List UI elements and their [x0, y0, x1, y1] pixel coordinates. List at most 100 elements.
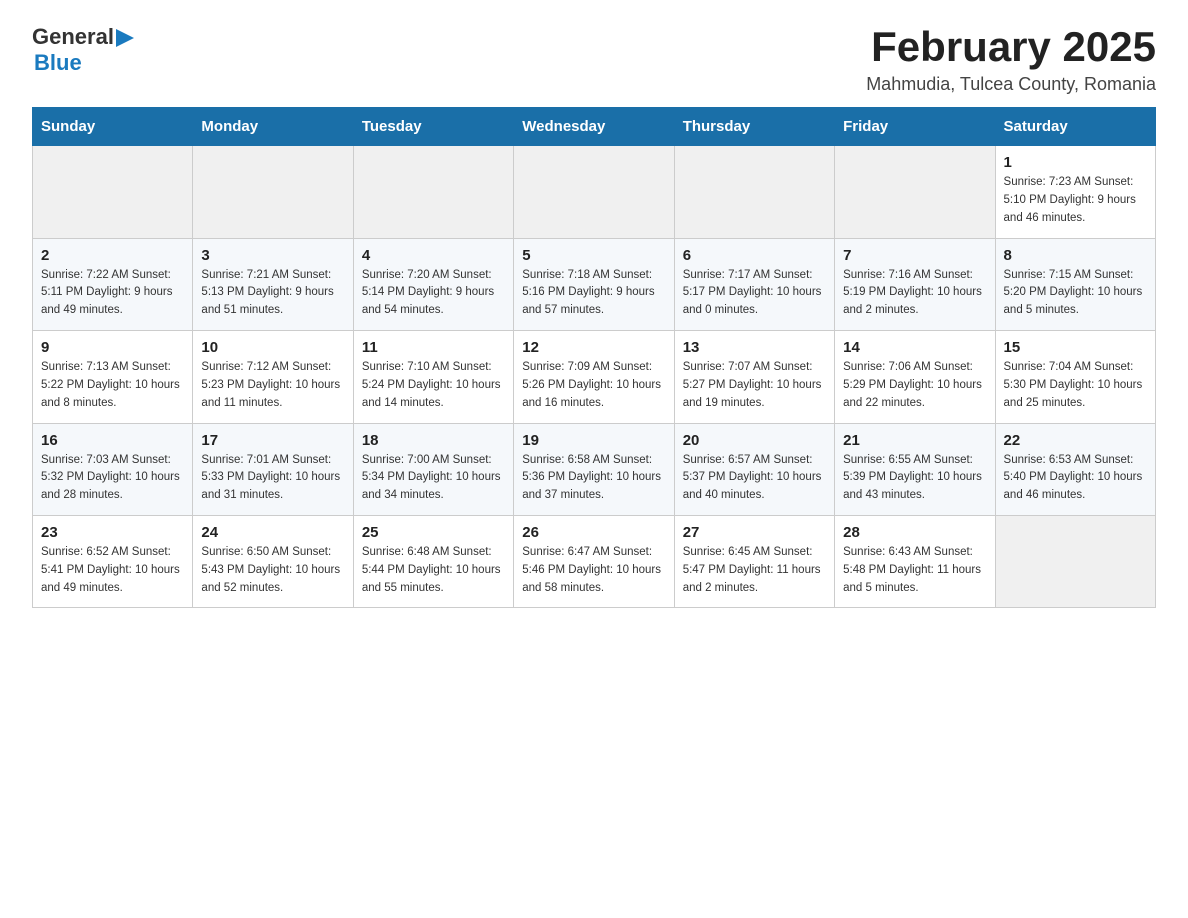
day-info: Sunrise: 7:10 AM Sunset: 5:24 PM Dayligh… — [362, 359, 505, 412]
day-number: 13 — [683, 339, 826, 356]
day-info: Sunrise: 6:58 AM Sunset: 5:36 PM Dayligh… — [522, 452, 665, 505]
day-number: 25 — [362, 524, 505, 541]
day-info: Sunrise: 6:53 AM Sunset: 5:40 PM Dayligh… — [1004, 452, 1147, 505]
calendar-day-cell: 26 Sunrise: 6:47 AM Sunset: 5:46 PM Dayli… — [514, 515, 674, 607]
day-number: 24 — [201, 524, 344, 541]
day-number: 21 — [843, 432, 986, 449]
weekday-header-thursday: Thursday — [674, 108, 834, 146]
calendar-day-cell: 13 Sunrise: 7:07 AM Sunset: 5:27 PM Dayli… — [674, 331, 834, 423]
calendar-day-cell — [514, 146, 674, 238]
calendar-day-cell — [674, 146, 834, 238]
day-info: Sunrise: 6:45 AM Sunset: 5:47 PM Dayligh… — [683, 544, 826, 597]
weekday-header-friday: Friday — [835, 108, 995, 146]
day-number: 10 — [201, 339, 344, 356]
day-number: 4 — [362, 247, 505, 264]
calendar-day-cell: 3 Sunrise: 7:21 AM Sunset: 5:13 PM Daylig… — [193, 238, 353, 330]
calendar-day-cell: 19 Sunrise: 6:58 AM Sunset: 5:36 PM Dayli… — [514, 423, 674, 515]
day-info: Sunrise: 6:55 AM Sunset: 5:39 PM Dayligh… — [843, 452, 986, 505]
day-info: Sunrise: 7:23 AM Sunset: 5:10 PM Dayligh… — [1004, 174, 1147, 227]
day-number: 19 — [522, 432, 665, 449]
weekday-header-monday: Monday — [193, 108, 353, 146]
day-info: Sunrise: 7:18 AM Sunset: 5:16 PM Dayligh… — [522, 267, 665, 320]
calendar-week-row: 1 Sunrise: 7:23 AM Sunset: 5:10 PM Daylig… — [33, 146, 1156, 238]
calendar-day-cell: 7Sunrise: 7:16 AM Sunset: 5:19 PM Daylig… — [835, 238, 995, 330]
calendar-day-cell: 25 Sunrise: 6:48 AM Sunset: 5:44 PM Dayli… — [353, 515, 513, 607]
day-info: Sunrise: 7:12 AM Sunset: 5:23 PM Dayligh… — [201, 359, 344, 412]
weekday-header-wednesday: Wednesday — [514, 108, 674, 146]
calendar-day-cell — [193, 146, 353, 238]
weekday-header-tuesday: Tuesday — [353, 108, 513, 146]
day-number: 26 — [522, 524, 665, 541]
calendar-day-cell: 11 Sunrise: 7:10 AM Sunset: 5:24 PM Dayli… — [353, 331, 513, 423]
day-number: 9 — [41, 339, 184, 356]
weekday-header-saturday: Saturday — [995, 108, 1155, 146]
logo-triangle-icon — [116, 27, 136, 49]
day-info: Sunrise: 7:15 AM Sunset: 5:20 PM Dayligh… — [1004, 267, 1147, 320]
day-info: Sunrise: 6:48 AM Sunset: 5:44 PM Dayligh… — [362, 544, 505, 597]
calendar-day-cell: 8 Sunrise: 7:15 AM Sunset: 5:20 PM Daylig… — [995, 238, 1155, 330]
day-number: 16 — [41, 432, 184, 449]
calendar-day-cell — [995, 515, 1155, 607]
calendar-day-cell: 1 Sunrise: 7:23 AM Sunset: 5:10 PM Daylig… — [995, 146, 1155, 238]
day-number: 2 — [41, 247, 184, 264]
day-info: Sunrise: 7:09 AM Sunset: 5:26 PM Dayligh… — [522, 359, 665, 412]
day-info: Sunrise: 7:22 AM Sunset: 5:11 PM Dayligh… — [41, 267, 184, 320]
logo-general-text: General — [32, 24, 114, 50]
calendar-day-cell: 17Sunrise: 7:01 AM Sunset: 5:33 PM Dayli… — [193, 423, 353, 515]
day-info: Sunrise: 6:57 AM Sunset: 5:37 PM Dayligh… — [683, 452, 826, 505]
day-info: Sunrise: 6:43 AM Sunset: 5:48 PM Dayligh… — [843, 544, 986, 597]
calendar-week-row: 23Sunrise: 6:52 AM Sunset: 5:41 PM Dayli… — [33, 515, 1156, 607]
calendar-day-cell: 14Sunrise: 7:06 AM Sunset: 5:29 PM Dayli… — [835, 331, 995, 423]
day-info: Sunrise: 7:00 AM Sunset: 5:34 PM Dayligh… — [362, 452, 505, 505]
calendar-week-row: 2 Sunrise: 7:22 AM Sunset: 5:11 PM Daylig… — [33, 238, 1156, 330]
location-subtitle: Mahmudia, Tulcea County, Romania — [866, 74, 1156, 95]
calendar-week-row: 16 Sunrise: 7:03 AM Sunset: 5:32 PM Dayli… — [33, 423, 1156, 515]
calendar-day-cell: 5 Sunrise: 7:18 AM Sunset: 5:16 PM Daylig… — [514, 238, 674, 330]
day-number: 27 — [683, 524, 826, 541]
calendar-day-cell: 9 Sunrise: 7:13 AM Sunset: 5:22 PM Daylig… — [33, 331, 193, 423]
day-number: 12 — [522, 339, 665, 356]
day-number: 11 — [362, 339, 505, 356]
day-number: 28 — [843, 524, 986, 541]
day-number: 8 — [1004, 247, 1147, 264]
day-info: Sunrise: 7:07 AM Sunset: 5:27 PM Dayligh… — [683, 359, 826, 412]
day-info: Sunrise: 6:52 AM Sunset: 5:41 PM Dayligh… — [41, 544, 184, 597]
calendar-day-cell: 2 Sunrise: 7:22 AM Sunset: 5:11 PM Daylig… — [33, 238, 193, 330]
calendar-day-cell — [835, 146, 995, 238]
calendar-day-cell: 27 Sunrise: 6:45 AM Sunset: 5:47 PM Dayli… — [674, 515, 834, 607]
calendar-day-cell: 15 Sunrise: 7:04 AM Sunset: 5:30 PM Dayli… — [995, 331, 1155, 423]
day-number: 18 — [362, 432, 505, 449]
calendar-week-row: 9 Sunrise: 7:13 AM Sunset: 5:22 PM Daylig… — [33, 331, 1156, 423]
calendar-day-cell: 4 Sunrise: 7:20 AM Sunset: 5:14 PM Daylig… — [353, 238, 513, 330]
day-number: 3 — [201, 247, 344, 264]
calendar-day-cell: 10 Sunrise: 7:12 AM Sunset: 5:23 PM Dayli… — [193, 331, 353, 423]
day-info: Sunrise: 7:16 AM Sunset: 5:19 PM Dayligh… — [843, 267, 986, 320]
day-number: 15 — [1004, 339, 1147, 356]
month-title: February 2025 — [866, 24, 1156, 70]
calendar-day-cell — [33, 146, 193, 238]
day-info: Sunrise: 7:04 AM Sunset: 5:30 PM Dayligh… — [1004, 359, 1147, 412]
day-info: Sunrise: 7:13 AM Sunset: 5:22 PM Dayligh… — [41, 359, 184, 412]
day-info: Sunrise: 7:20 AM Sunset: 5:14 PM Dayligh… — [362, 267, 505, 320]
day-number: 1 — [1004, 154, 1147, 171]
calendar-day-cell: 24Sunrise: 6:50 AM Sunset: 5:43 PM Dayli… — [193, 515, 353, 607]
calendar-day-cell: 12 Sunrise: 7:09 AM Sunset: 5:26 PM Dayli… — [514, 331, 674, 423]
weekday-header-sunday: Sunday — [33, 108, 193, 146]
title-section: February 2025 Mahmudia, Tulcea County, R… — [866, 24, 1156, 95]
calendar-day-cell: 21 Sunrise: 6:55 AM Sunset: 5:39 PM Dayli… — [835, 423, 995, 515]
day-number: 20 — [683, 432, 826, 449]
page-header: General Blue February 2025 Mahmudia, Tul… — [32, 24, 1156, 95]
calendar-day-cell: 16 Sunrise: 7:03 AM Sunset: 5:32 PM Dayli… — [33, 423, 193, 515]
calendar-table: SundayMondayTuesdayWednesdayThursdayFrid… — [32, 107, 1156, 608]
day-info: Sunrise: 7:03 AM Sunset: 5:32 PM Dayligh… — [41, 452, 184, 505]
day-number: 5 — [522, 247, 665, 264]
day-info: Sunrise: 7:01 AM Sunset: 5:33 PM Dayligh… — [201, 452, 344, 505]
calendar-day-cell: 23Sunrise: 6:52 AM Sunset: 5:41 PM Dayli… — [33, 515, 193, 607]
day-info: Sunrise: 6:47 AM Sunset: 5:46 PM Dayligh… — [522, 544, 665, 597]
day-info: Sunrise: 7:21 AM Sunset: 5:13 PM Dayligh… — [201, 267, 344, 320]
calendar-day-cell: 18 Sunrise: 7:00 AM Sunset: 5:34 PM Dayli… — [353, 423, 513, 515]
logo: General Blue — [32, 24, 136, 76]
calendar-day-cell: 20 Sunrise: 6:57 AM Sunset: 5:37 PM Dayli… — [674, 423, 834, 515]
calendar-day-cell: 28 Sunrise: 6:43 AM Sunset: 5:48 PM Dayli… — [835, 515, 995, 607]
calendar-day-cell — [353, 146, 513, 238]
